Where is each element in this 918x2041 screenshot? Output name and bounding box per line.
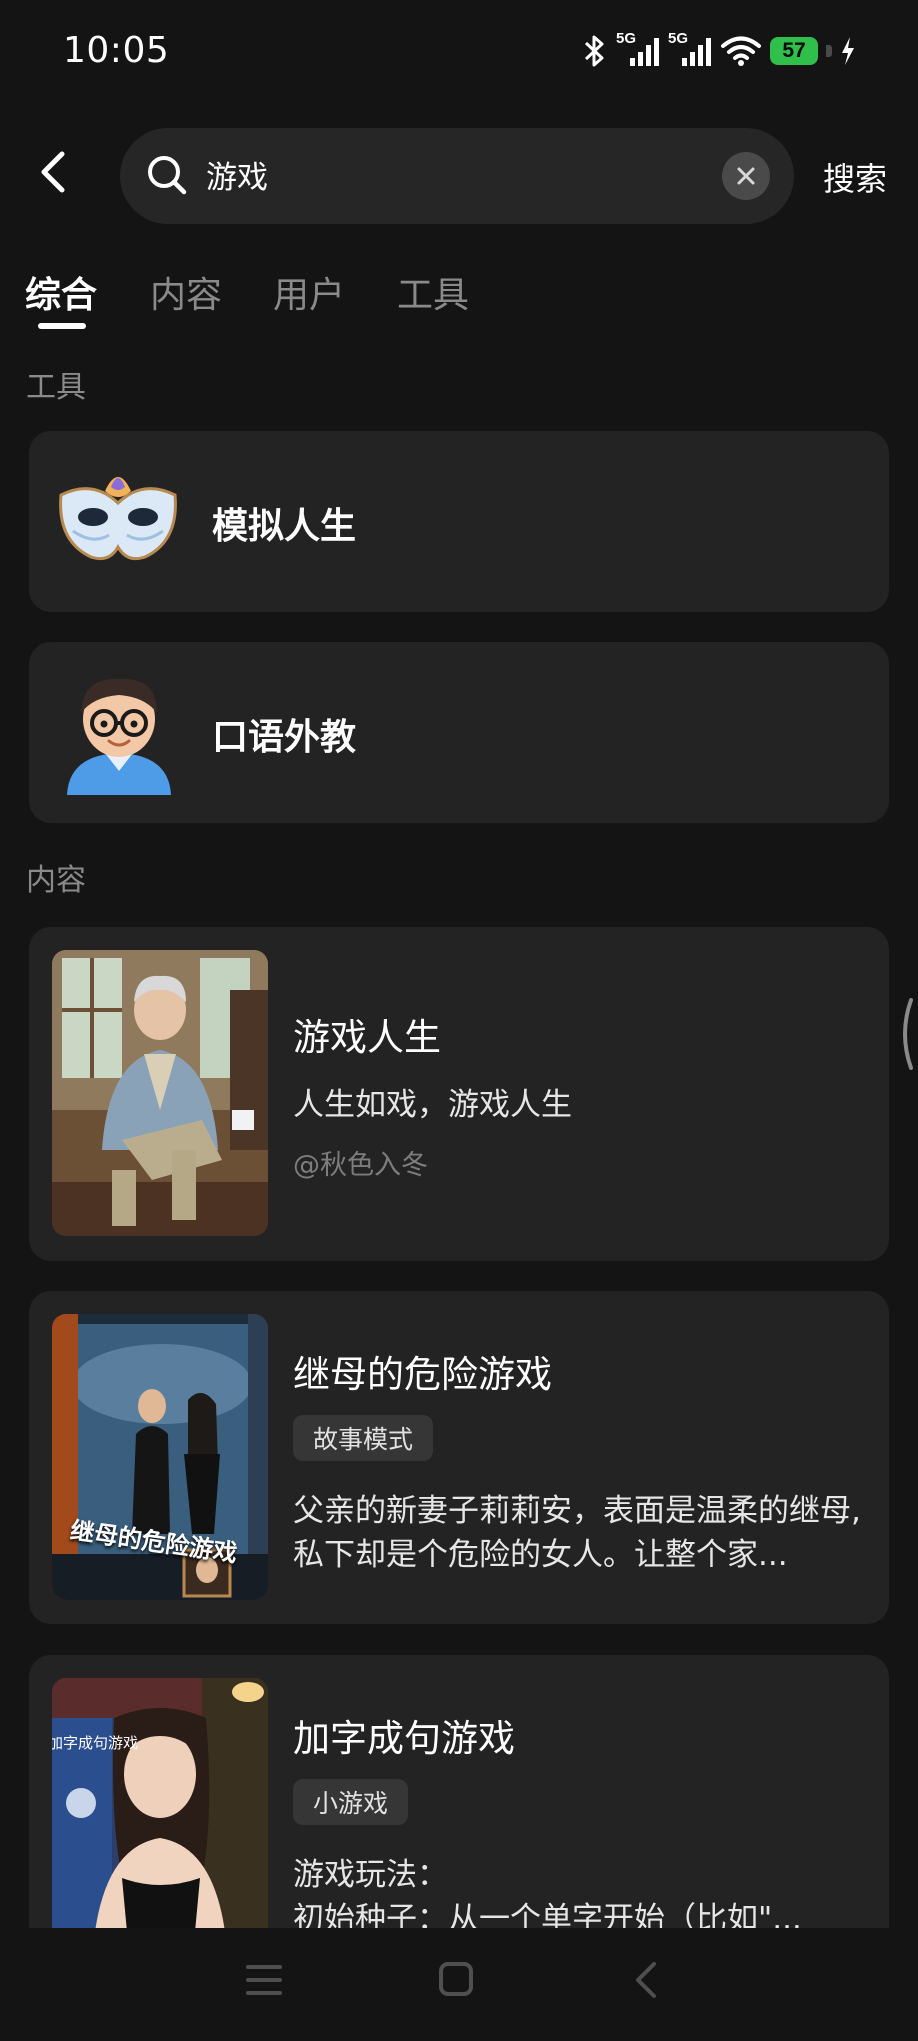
content-title: 游戏人生 <box>293 1016 441 1059</box>
search-button[interactable]: 搜索 <box>823 154 887 200</box>
teacher-avatar-icon <box>59 667 179 801</box>
back-nav-icon[interactable] <box>633 1961 659 2003</box>
wifi-icon <box>720 35 762 67</box>
home-icon[interactable] <box>438 1961 474 2001</box>
mask-icon <box>53 461 183 585</box>
tab-comprehensive[interactable]: 综合 <box>25 266 97 318</box>
search-box[interactable]: 游戏 <box>120 128 794 224</box>
content-card-stepmother-game[interactable]: 继母的危险游戏 继母的危险游戏 故事模式 父亲的新妻子莉莉安，表面是温柔的继母,… <box>29 1291 889 1624</box>
status-time: 10:05 <box>63 30 170 71</box>
tab-tools[interactable]: 工具 <box>397 266 469 318</box>
clear-search-button[interactable] <box>722 152 770 200</box>
content-list-clip: 加字成句游戏 加字成句游戏 小游戏 游戏玩法： 初始种子：从一个单字开始（比如"… <box>0 1650 918 1928</box>
battery-tip <box>826 45 832 57</box>
content-subtitle: 人生如戏，游戏人生 <box>293 1087 572 1123</box>
charging-icon <box>840 36 856 66</box>
content-tag: 故事模式 <box>293 1415 434 1461</box>
tab-users[interactable]: 用户 <box>273 266 345 318</box>
tool-name: 模拟人生 <box>212 506 357 547</box>
content-title: 继母的危险游戏 <box>293 1353 552 1396</box>
status-icons: 5G 5G 57 <box>582 30 856 68</box>
content-card-word-game[interactable]: 加字成句游戏 加字成句游戏 小游戏 游戏玩法： 初始种子：从一个单字开始（比如"… <box>29 1655 889 1928</box>
menu-icon[interactable] <box>246 1963 282 2001</box>
search-icon <box>146 154 188 200</box>
tab-content[interactable]: 内容 <box>150 266 222 318</box>
cover-text: 加字成句游戏 <box>52 1734 139 1752</box>
content-description: 父亲的新妻子莉莉安，表面是温柔的继母,私下却是个危险的女人。让整个家... <box>293 1493 861 1573</box>
tab-active-indicator <box>38 323 86 329</box>
tool-card-simulated-life[interactable]: 模拟人生 <box>29 431 889 612</box>
content-author[interactable]: @秋色入冬 <box>293 1143 428 1182</box>
content-title: 加字成句游戏 <box>293 1717 515 1760</box>
signal-icon: 5G <box>616 30 660 68</box>
content-description-line2: 初始种子：从一个单字开始（比如"... <box>293 1901 802 1928</box>
system-navigation-bar <box>0 1928 918 2041</box>
edge-panel-handle[interactable] <box>895 996 918 1072</box>
signal-icon: 5G <box>668 30 712 68</box>
cover-image: 继母的危险游戏 <box>52 1314 268 1600</box>
close-icon <box>737 167 755 185</box>
back-button[interactable] <box>28 142 78 202</box>
content-description-line1: 游戏玩法： <box>293 1857 448 1893</box>
search-input[interactable]: 游戏 <box>206 152 268 197</box>
battery-icon: 57 <box>770 37 818 65</box>
section-title-content: 内容 <box>26 863 86 898</box>
bluetooth-icon <box>582 34 608 68</box>
content-tag: 小游戏 <box>293 1779 409 1825</box>
cover-image: 加字成句游戏 <box>52 1678 268 1928</box>
tool-name: 口语外教 <box>212 717 357 758</box>
cover-image <box>52 950 268 1236</box>
tool-card-spoken-tutor[interactable]: 口语外教 <box>29 642 889 823</box>
chevron-left-icon <box>41 151 65 193</box>
section-title-tools: 工具 <box>26 370 86 405</box>
content-card-game-life[interactable]: 游戏人生 人生如戏，游戏人生 @秋色入冬 <box>29 927 889 1261</box>
